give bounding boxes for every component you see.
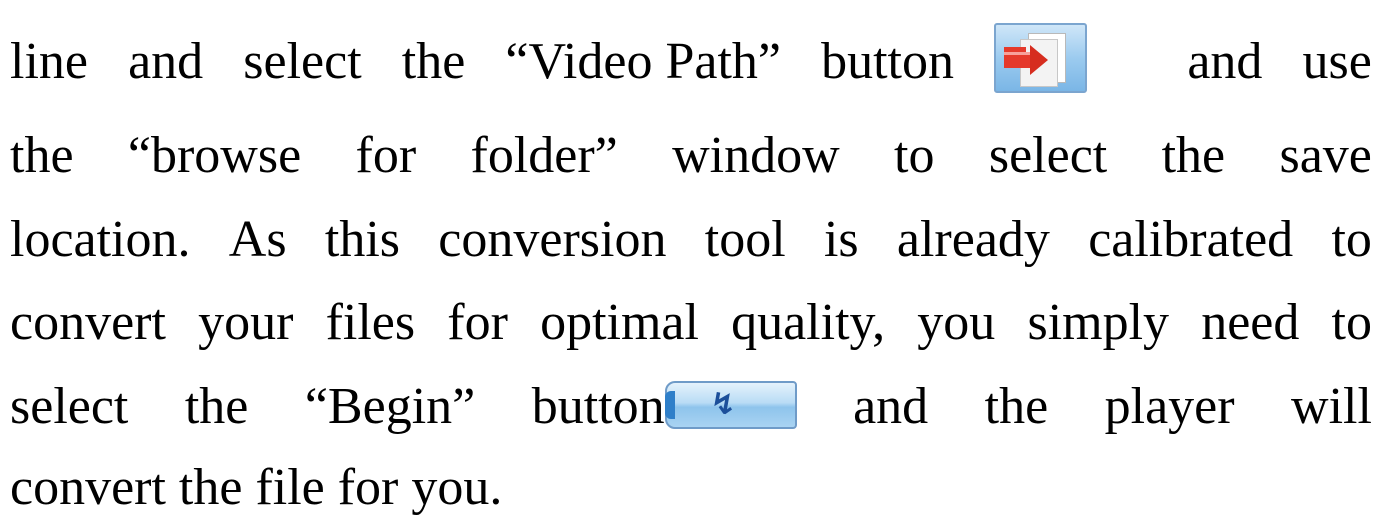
word: optimal <box>540 294 699 351</box>
text-line-6: convert the file for you. <box>10 457 1372 519</box>
word: folder” <box>470 127 618 184</box>
text-line-1: line and select the “Video Path” button … <box>10 23 1372 93</box>
word: As <box>228 211 287 268</box>
word: the <box>10 127 74 184</box>
word: this <box>324 211 401 268</box>
word: the <box>984 378 1049 435</box>
word: select <box>988 127 1108 184</box>
word: quality, <box>731 294 886 351</box>
word: to <box>1331 211 1372 268</box>
begin-button-icon: ↯ <box>664 381 797 429</box>
word: use <box>1302 33 1372 90</box>
word: “Video Path” <box>505 33 781 90</box>
word: location. <box>10 211 191 268</box>
word: you <box>917 294 996 351</box>
video-path-button-icon <box>994 23 1088 93</box>
word: “Begin” <box>304 378 476 435</box>
word: for <box>355 127 417 184</box>
word: for <box>447 294 508 351</box>
document-page: line and select the “Video Path” button … <box>10 0 1372 517</box>
word: tool <box>704 211 786 268</box>
text-line-3: location. As this conversion tool is alr… <box>10 209 1372 271</box>
word: and <box>853 378 929 435</box>
word: conversion <box>438 211 667 268</box>
word: calibrated <box>1088 211 1294 268</box>
word: the <box>184 378 249 435</box>
text-line-4: convert your files for optimal quality, … <box>10 292 1372 354</box>
button-with-icon: button ↯ <box>532 376 797 438</box>
word: select <box>10 378 129 435</box>
convert-arrow-icon: ↯ <box>710 387 736 422</box>
word: will <box>1291 378 1372 435</box>
word: is <box>823 211 859 268</box>
arrow-head-icon <box>1030 45 1049 75</box>
text-line-2: the “browse for folder” window to select… <box>10 125 1372 187</box>
word: line <box>10 33 88 90</box>
word: already <box>896 211 1050 268</box>
word: window <box>672 127 840 184</box>
word: button <box>531 378 665 435</box>
word: your <box>198 294 294 351</box>
last-line-text: convert the file for you. <box>10 459 503 516</box>
word: need <box>1201 294 1300 351</box>
word: and <box>128 33 204 90</box>
word: the <box>401 33 466 90</box>
word: player <box>1104 378 1235 435</box>
word: “browse <box>127 127 302 184</box>
arrow-body <box>1004 52 1033 68</box>
word: convert <box>10 294 166 351</box>
word: and <box>1187 33 1263 90</box>
word: save <box>1279 127 1372 184</box>
word: to <box>1331 294 1372 351</box>
word: select <box>243 33 362 90</box>
text-line-5: select the “Begin” button ↯ and the play… <box>10 376 1372 438</box>
word: to <box>894 127 935 184</box>
word: button <box>821 33 955 90</box>
word: the <box>1161 127 1226 184</box>
word: files <box>325 294 416 351</box>
word: simply <box>1027 294 1170 351</box>
begin-icon-tab <box>664 391 675 419</box>
